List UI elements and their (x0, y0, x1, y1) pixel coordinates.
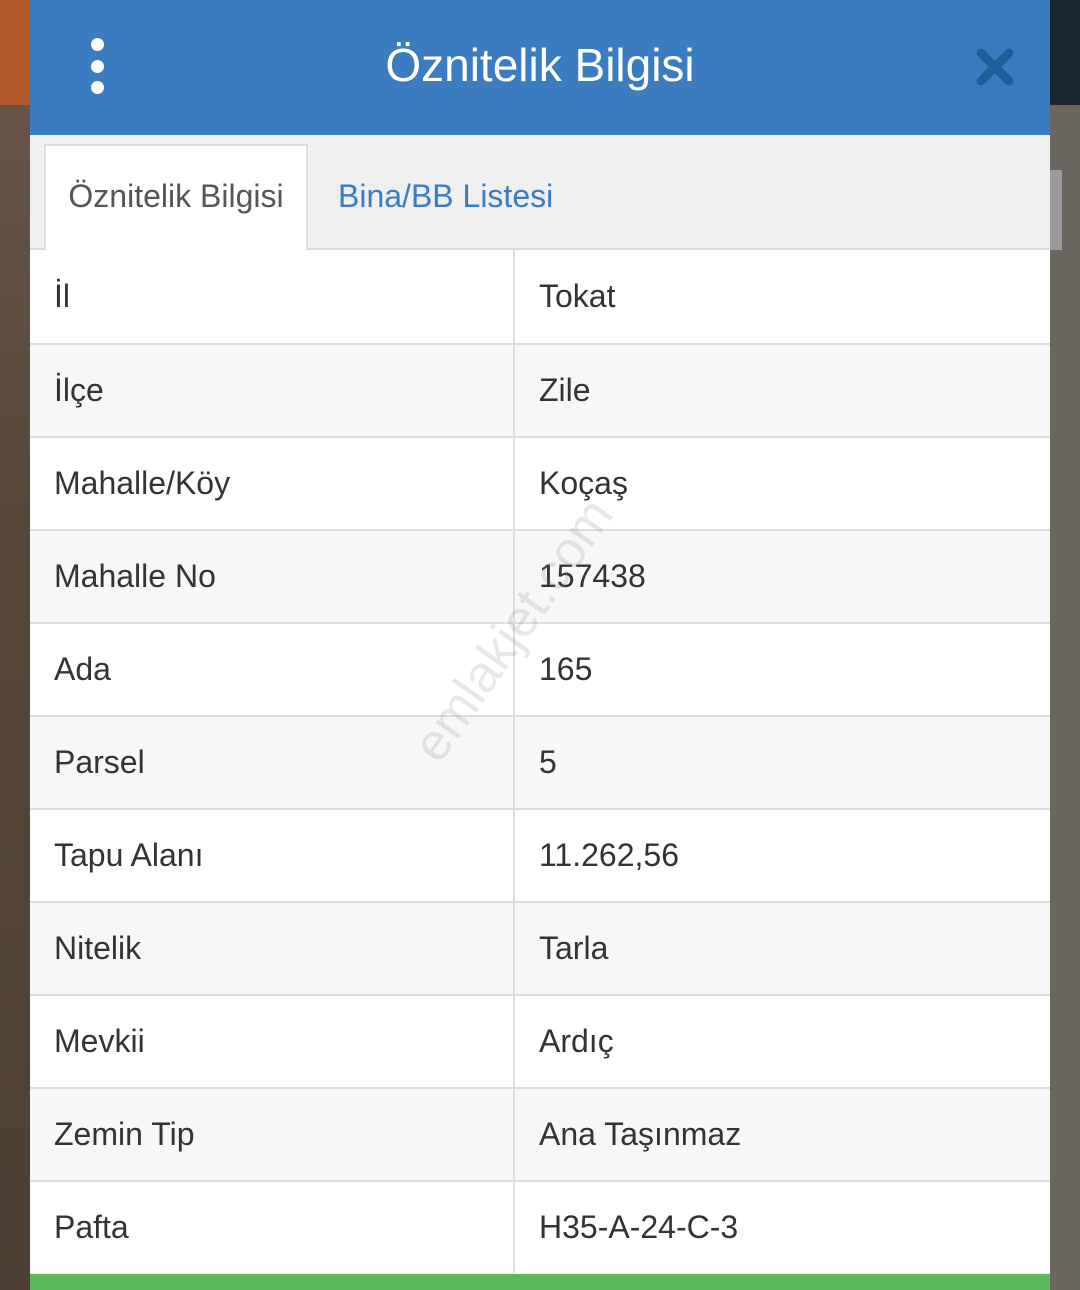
attribute-key: İl (30, 250, 515, 343)
table-row: İlçe Zile (30, 343, 1050, 436)
attribute-key: Mevkii (30, 996, 515, 1087)
table-row: Mahalle/Köy Koçaş (30, 436, 1050, 529)
attribute-value: H35-A-24-C-3 (539, 1209, 739, 1245)
map-scroll-handle (1050, 170, 1062, 250)
close-icon[interactable] (974, 46, 1016, 88)
table-row: Nitelik Tarla (30, 901, 1050, 994)
attribute-key: Nitelik (30, 903, 515, 994)
attribute-value: 5 (539, 744, 557, 780)
table-row: Parsel 5 (30, 715, 1050, 808)
table-row: Tapu Alanı 11.262,56 (30, 808, 1050, 901)
table-row: Pafta H35-A-24-C-3 (30, 1180, 1050, 1273)
attribute-key: İlçe (30, 345, 515, 436)
attribute-value: Tokat (539, 278, 616, 314)
attribute-info-dialog: Öznitelik Bilgisi Öznitelik Bilgisi Bina… (30, 0, 1050, 1290)
attribute-key: Zemin Tip (30, 1089, 515, 1180)
dialog-header: Öznitelik Bilgisi (30, 0, 1050, 135)
attribute-key: Tapu Alanı (30, 810, 515, 901)
dialog-title: Öznitelik Bilgisi (385, 39, 695, 91)
tab-attribute-info[interactable]: Öznitelik Bilgisi (44, 144, 308, 250)
map-background-edge (0, 0, 30, 105)
attribute-value: Tarla (539, 930, 609, 966)
tab-bar: Öznitelik Bilgisi Bina/BB Listesi (30, 135, 1050, 250)
table-row: Mevkii Ardıç (30, 994, 1050, 1087)
table-row: Zemin Tip Ana Taşınmaz (30, 1087, 1050, 1180)
attribute-value: Ana Taşınmaz (539, 1116, 742, 1152)
tab-building-list[interactable]: Bina/BB Listesi (320, 144, 571, 248)
map-background-edge (1050, 105, 1080, 1290)
vertical-dots-icon[interactable] (80, 38, 114, 94)
attribute-key: Pafta (30, 1182, 515, 1273)
map-background-edge (1050, 0, 1080, 105)
attribute-value: 11.262,56 (539, 837, 679, 873)
attribute-key: Mahalle No (30, 531, 515, 622)
footer-accent-bar (30, 1274, 1050, 1290)
table-row: İl Tokat (30, 250, 1050, 343)
attribute-value: 165 (539, 651, 593, 687)
attribute-value: Ardıç (539, 1023, 614, 1059)
attribute-key: Mahalle/Köy (30, 438, 515, 529)
attribute-value: Zile (539, 372, 591, 408)
attribute-table: İl Tokat İlçe Zile Mahalle/Köy Koçaş Mahalle N… (30, 250, 1050, 1273)
